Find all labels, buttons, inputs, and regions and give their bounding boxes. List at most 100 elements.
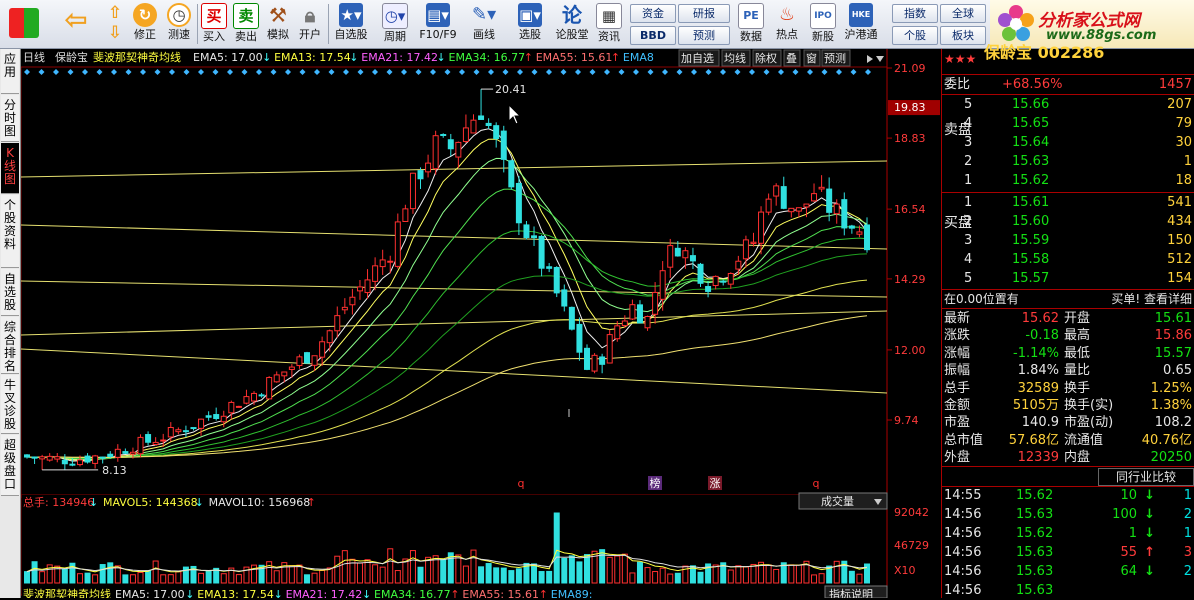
volume-bar xyxy=(478,566,485,584)
volume-bar xyxy=(833,560,840,584)
divider xyxy=(942,466,1194,467)
capital-button[interactable]: 资金 xyxy=(630,4,676,23)
forecast-button[interactable]: 预测 xyxy=(678,26,730,45)
volume-indicator-select[interactable]: 成交量 xyxy=(821,494,854,508)
sell-level-row[interactable]: 3 15.64 30 xyxy=(942,134,1194,152)
candle-body xyxy=(795,207,802,212)
candle-body xyxy=(788,207,795,213)
trend-arrow-icon: ↑ xyxy=(539,588,548,598)
scroll-right-icon[interactable] xyxy=(867,55,873,63)
toolbar-btn-3[interactable]: ↻ 修正 xyxy=(128,2,162,46)
toolbar-btn-16[interactable]: PE 数据 xyxy=(734,2,768,46)
back-button[interactable]: ⇦ xyxy=(56,2,96,46)
event-diamond-icon xyxy=(850,69,857,75)
weibi-row: 委比 +68.56% 1457 xyxy=(944,77,1192,92)
dropdown-icon[interactable] xyxy=(876,56,884,62)
toolbar-btn-12[interactable]: ✎▾ 画线 xyxy=(462,2,506,46)
sell-level-row[interactable]: 2 15.63 1 xyxy=(942,153,1194,171)
left-tab-2[interactable]: K线图 xyxy=(1,143,19,194)
toolbar-btn-4[interactable]: ◷ 测速 xyxy=(162,2,196,46)
f10-icon: ▤▾ xyxy=(426,3,450,27)
trend-arrow-icon: ↑ xyxy=(524,51,533,64)
toolbar-btn-15[interactable]: ▦ 资讯 xyxy=(592,2,626,46)
event-diamond-icon xyxy=(575,69,581,75)
candle-body xyxy=(644,315,651,329)
left-tab-3[interactable]: 个股资料 xyxy=(1,195,19,268)
back-arrow-icon: ⇦ xyxy=(64,3,88,36)
left-tab-7[interactable]: 超级盘口 xyxy=(1,435,19,496)
chart-header-button-4[interactable]: 窗 xyxy=(806,51,817,65)
volume-bar xyxy=(606,556,613,584)
chart-header-button-5[interactable]: 预测 xyxy=(824,52,846,65)
event-diamond-icon xyxy=(82,69,88,75)
rating-stars: ★★★ xyxy=(944,52,977,66)
toolbar-btn-13[interactable]: ▣▾ 选股 xyxy=(508,2,552,46)
kline-chart[interactable]: 日线 保龄宝 斐波那契神奇均线 EMA5: 17.00 ↓ EMA13: 17.54↓ EM… xyxy=(21,49,941,598)
event-mark-0: q xyxy=(518,477,525,490)
left-tab-4[interactable]: 自选股 xyxy=(1,269,19,316)
sell-level-row[interactable]: 1 15.62 18 xyxy=(942,172,1194,190)
toolbar-btn-5[interactable]: 买 买入 xyxy=(198,2,230,46)
chart-header-button-3[interactable]: 叠 xyxy=(786,52,797,65)
left-tab-5[interactable]: 综合排名 xyxy=(1,317,19,374)
toolbar-btn-11[interactable]: ▤▾ F10/F9 xyxy=(416,2,460,46)
toolbar-btn-8[interactable]: 🔒︎ 开户 xyxy=(294,2,326,46)
toolbar-btn-17[interactable]: ♨ 热点 xyxy=(770,2,804,46)
stat-row: 振幅 1.84% 量比 0.65 xyxy=(944,363,1192,379)
sell-level-row[interactable]: 5 15.66 207 xyxy=(942,96,1194,114)
sector-button[interactable]: 板块 xyxy=(940,26,986,45)
global-button[interactable]: 全球 xyxy=(940,4,986,23)
left-tab-strip: 应用 分时图 K线图 个股资料 自选股 综合排名 牛叉诊股 超级盘口 xyxy=(0,49,21,598)
buy-level-row[interactable]: 2 15.60 434 xyxy=(942,213,1194,231)
sell-level-row[interactable]: 4 15.65 79 xyxy=(942,115,1194,133)
volume-bar xyxy=(765,564,772,584)
chart-header-button-2[interactable]: 除权 xyxy=(755,51,777,65)
candle-body xyxy=(273,374,280,383)
volume-bar xyxy=(621,553,628,584)
volume-bar xyxy=(409,550,416,584)
footer-indicator-3: EMA21: 17.42 xyxy=(286,588,363,598)
volume-bar xyxy=(576,561,583,584)
sell-icon: 卖 xyxy=(233,3,259,29)
toolbar-btn-6[interactable]: 卖 卖出 xyxy=(230,2,262,46)
buy-level-row[interactable]: 4 15.58 512 xyxy=(942,251,1194,269)
candle-body xyxy=(387,260,394,263)
stat-row: 市盈 140.9 市盈(动) 108.2 xyxy=(944,415,1192,431)
toolbar-btn-19[interactable]: HKE 沪港通 xyxy=(842,2,880,46)
event-diamond-icon xyxy=(778,69,784,75)
trend-arrow-icon: ↓ xyxy=(185,588,194,598)
volume-bar xyxy=(288,565,295,584)
toolbar-btn-7[interactable]: ⚒ 模拟 xyxy=(262,2,294,46)
bbd-button[interactable]: BBD xyxy=(630,26,676,45)
candle-body xyxy=(833,203,840,215)
direction-arrow-icon: ↑ xyxy=(1144,545,1155,560)
toolbar-btn-18[interactable]: IPO 新股 xyxy=(806,2,840,46)
chart-header-button-1[interactable]: 均线 xyxy=(724,51,746,65)
industry-compare-button[interactable]: 同行业比较 xyxy=(1098,468,1194,486)
indicator-help-button[interactable]: 指标说明 xyxy=(829,587,873,598)
buy-level-row[interactable]: 1 15.61 541 xyxy=(942,194,1194,212)
toolbar-btn-10[interactable]: ◷▾ 周期 xyxy=(374,2,416,46)
page-up-down-button[interactable]: ⇧ ⇩ xyxy=(100,2,130,46)
research-button[interactable]: 研报 xyxy=(678,4,730,23)
event-diamond-icon xyxy=(430,69,436,75)
candle-body xyxy=(705,286,712,292)
left-tab-1[interactable]: 分时图 xyxy=(1,95,19,142)
index-button[interactable]: 指数 xyxy=(892,4,938,23)
volume-bar xyxy=(531,563,538,584)
candle-body xyxy=(780,186,787,209)
candle-body xyxy=(311,355,318,366)
buy-level-row[interactable]: 5 15.57 154 xyxy=(942,270,1194,288)
left-tab-6[interactable]: 牛叉诊股 xyxy=(1,375,19,434)
toolbar-btn-14[interactable]: 论 论股堂 xyxy=(554,2,590,46)
buy-level-row[interactable]: 3 15.59 150 xyxy=(942,232,1194,250)
left-tab-0[interactable]: 应用 xyxy=(1,49,19,94)
ema-value-0: EMA5: 17.00 xyxy=(193,51,263,64)
chart-header-button-0[interactable]: 加自选 xyxy=(681,52,714,65)
stock-button[interactable]: 个股 xyxy=(892,26,938,45)
order-alert-row[interactable]: 在0.00位置有 买单! 查看详细 xyxy=(942,290,1194,308)
event-diamond-icon xyxy=(633,69,639,75)
toolbar-btn-9[interactable]: ★▾ 自选股 xyxy=(330,2,372,46)
candle-body xyxy=(659,270,666,300)
windows-logo-button[interactable] xyxy=(4,2,44,46)
